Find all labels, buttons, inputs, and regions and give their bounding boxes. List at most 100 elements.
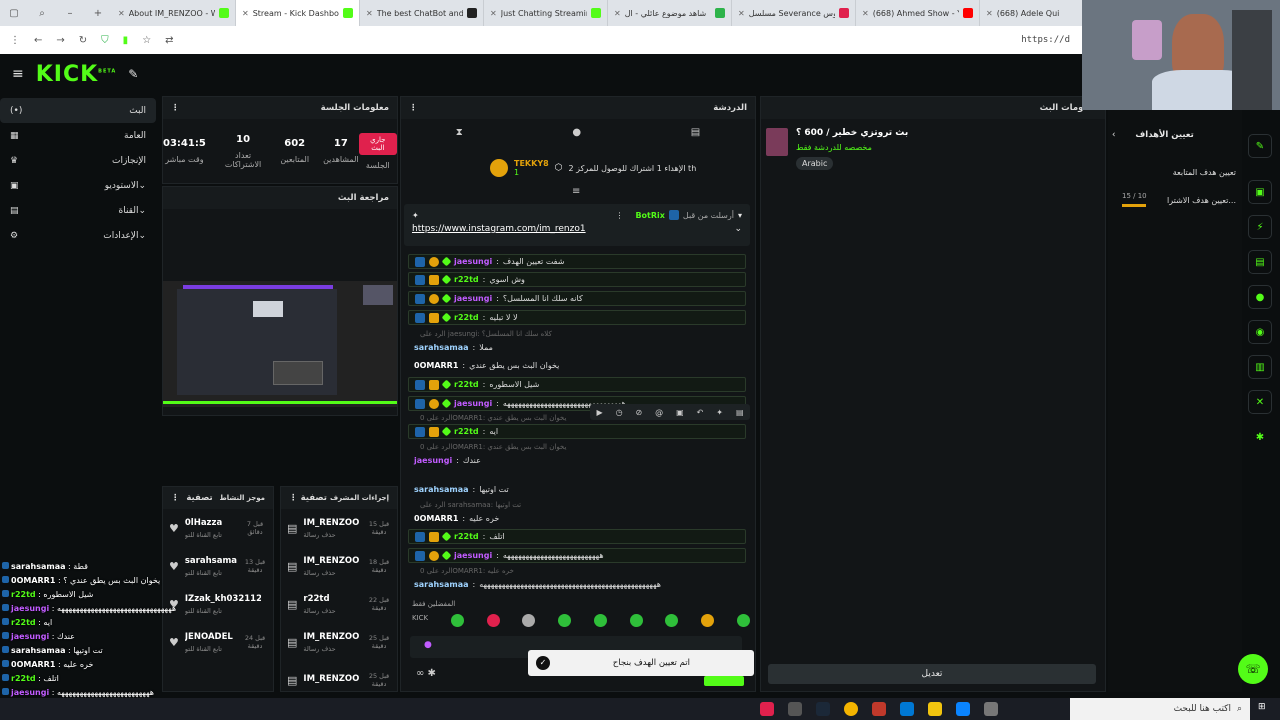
emote-kick-icon[interactable]: KICK [412, 614, 428, 627]
close-tab-icon[interactable]: ✕ [118, 9, 125, 18]
pinned-menu-icon[interactable]: ⋮ [615, 211, 623, 220]
pencil-icon[interactable]: ✎ [1248, 134, 1272, 158]
menu-dots-icon[interactable]: ⋮ [171, 493, 180, 503]
browser-tab[interactable]: ✕ (668) Ahmed Show - Yo [856, 0, 980, 26]
chat-rail-icon[interactable]: ● [1248, 285, 1272, 309]
close-tab-icon[interactable]: ✕ [242, 9, 249, 18]
taskbar-search[interactable]: اكتب هنا للبحث ⌕ [1070, 698, 1250, 720]
browser-tab[interactable]: ✕ شاهد موضوع عائلي - ال [608, 0, 732, 26]
chat-username[interactable]: r22td [454, 427, 479, 436]
chevron-down-icon[interactable]: ⌄ [138, 231, 146, 241]
pin-action-icon[interactable]: ✦ [716, 408, 723, 417]
delete-icon[interactable]: ▤ [736, 408, 744, 417]
goal-item[interactable]: تعيين هدف المتابعة [1112, 158, 1236, 186]
category-thumbnail[interactable] [766, 128, 788, 156]
pin-icon[interactable]: ✦ [412, 211, 419, 220]
chat-message[interactable]: sarahsamaa: مملا [408, 340, 746, 355]
emote-3-icon[interactable] [522, 614, 536, 627]
stream-preview-video[interactable] [163, 281, 397, 407]
chat-username[interactable]: r22td [454, 313, 479, 322]
close-tab-icon[interactable]: ✕ [490, 9, 497, 18]
close-tab-icon[interactable]: ✕ [986, 9, 993, 18]
sidebar-item[interactable]: ♛ الإنجازات [0, 148, 156, 173]
trash-icon[interactable]: ▤ [287, 560, 297, 573]
chat-username[interactable]: r22td [454, 532, 479, 541]
trash-icon[interactable]: ▤ [287, 522, 297, 535]
window-minimize-icon[interactable]: – [56, 8, 84, 19]
folder-icon[interactable] [928, 702, 942, 716]
send-button[interactable] [704, 676, 744, 686]
mod-item[interactable]: ▤ IM_RENZOO قبل 25 دقيقة [281, 661, 397, 699]
mod-actions-filter[interactable]: تصفية [301, 493, 327, 503]
emote-6-icon[interactable] [629, 614, 643, 627]
chat-username[interactable]: sarahsamaa [414, 580, 469, 589]
browser-tab[interactable]: ✕مسلسل Severance الموس [732, 0, 856, 26]
emote-2-icon[interactable] [486, 614, 500, 627]
chat-message[interactable]: jaesungi: كانه سلك انا المسلسل؟ [408, 291, 746, 306]
emote-7-icon[interactable] [665, 614, 679, 627]
close-tab-icon[interactable]: ✕ [862, 9, 869, 18]
chat-username[interactable]: r22td [454, 275, 479, 284]
menu-dots-icon[interactable]: ⋮ [171, 103, 180, 113]
chat-message[interactable]: 0OMARR1: يخوان البث بس يطق عندي [408, 358, 746, 373]
activity-feed-filter[interactable]: تصفية [186, 493, 212, 503]
new-tab-icon[interactable]: + [84, 8, 112, 19]
apps-icon[interactable]: ✱ [1248, 425, 1272, 449]
microphone-icon[interactable]: ● [424, 640, 432, 650]
chevron-down-icon[interactable]: ⌄ [734, 224, 742, 234]
hamburger-icon[interactable]: ≡ [12, 66, 24, 82]
chat-message[interactable]: r22td: اتلف [408, 529, 746, 544]
close-tab-icon[interactable]: ✕ [366, 9, 373, 18]
sidebar-item[interactable]: ⚙ الإعدادات ⌄ [0, 223, 156, 248]
trash-icon[interactable]: ▤ [287, 598, 297, 611]
chat-username[interactable]: 0OMARR1 [414, 514, 458, 523]
chrome-icon[interactable] [844, 702, 858, 716]
chat-message[interactable]: r22td: وش اسوي [408, 272, 746, 287]
mod-item[interactable]: ▤ IM_RENZOO حذف رسالة قبل 25 دقيقة [281, 623, 397, 661]
emote-5-icon[interactable] [593, 614, 607, 627]
chat-message[interactable]: 0OMARR1: خره عليه [408, 511, 746, 526]
browser-tab[interactable]: ✕ The best ChatBot and V [360, 0, 484, 26]
app-9-icon[interactable] [984, 702, 998, 716]
close-tab-icon[interactable]: ✕ [738, 9, 745, 18]
star-icon[interactable]: ☆ [142, 35, 151, 46]
sidebar-item[interactable]: ▦ العامة [0, 123, 156, 148]
chat-message[interactable]: r22td: لا لا تبليه [408, 310, 746, 325]
window-restore-icon[interactable]: ▢ [0, 8, 28, 19]
app-2-icon[interactable] [788, 702, 802, 716]
hourglass-icon[interactable]: ⧗ [456, 127, 463, 138]
trash-icon[interactable]: ▤ [691, 127, 700, 138]
emote-8-icon[interactable] [701, 614, 715, 627]
browser-tab[interactable]: ✕ Stream - Kick Dashboa [236, 0, 360, 26]
play-icon[interactable]: ▶ [596, 408, 602, 417]
note-icon[interactable]: ▤ [1248, 250, 1272, 274]
emote-4-icon[interactable] [558, 614, 572, 627]
copy-icon[interactable]: ▣ [676, 408, 684, 417]
chat-username[interactable]: jaesungi [414, 456, 452, 465]
chat-message[interactable]: r22td: ايه [408, 424, 746, 439]
feed-item[interactable]: ♥ sarahsamaa تابع القناة للتو قبل 13 دقيقة [163, 547, 273, 585]
close-tab-icon[interactable]: ✕ [614, 9, 621, 18]
shield-icon[interactable]: ⛉ [101, 35, 109, 46]
chat-username[interactable]: r22td [454, 380, 479, 389]
emote-9-icon[interactable] [736, 614, 750, 627]
chat-username[interactable]: jaesungi [454, 257, 492, 266]
sidebar-item[interactable]: ▤ القناة ⌄ [0, 198, 156, 223]
support-icon[interactable]: ☏ [1238, 654, 1268, 684]
menu-dots-icon[interactable]: ⋮ [289, 493, 298, 503]
browser-tab[interactable]: ✕ Just Chatting Streaming [484, 0, 608, 26]
mod-item[interactable]: ▤ IM_RENZOO حذف رسالة قبل 18 دقيقة [281, 547, 397, 585]
language-chip[interactable]: Arabic [796, 157, 834, 170]
goal-item[interactable]: تعيين هدف الاشترا... 15 / 10 [1112, 186, 1236, 214]
mod-item[interactable]: ▤ IM_RENZOO حذف رسالة قبل 15 دقيقة [281, 509, 397, 547]
mod-item[interactable]: ▤ r22td حذف رسالة قبل 22 دقيقة [281, 585, 397, 623]
feed-item[interactable]: ♥ IZzak_kh0321122 تابع القناة للتو [163, 585, 273, 623]
mention-icon[interactable]: @ [655, 408, 663, 417]
chat-username[interactable]: jaesungi [454, 551, 492, 560]
focus-icon[interactable]: ▣ [1248, 180, 1272, 204]
chevron-down-icon[interactable]: ⌄ [138, 181, 146, 191]
chat-message[interactable]: sarahsamaa: ههههههههههههههههههههههههههههه… [408, 577, 746, 592]
chat-message[interactable]: jaesungi: شفت تعيين الهدف [408, 254, 746, 269]
extension-icon[interactable]: ▮ [123, 35, 129, 46]
windows-start-icon[interactable]: ⊞ [1258, 702, 1266, 712]
